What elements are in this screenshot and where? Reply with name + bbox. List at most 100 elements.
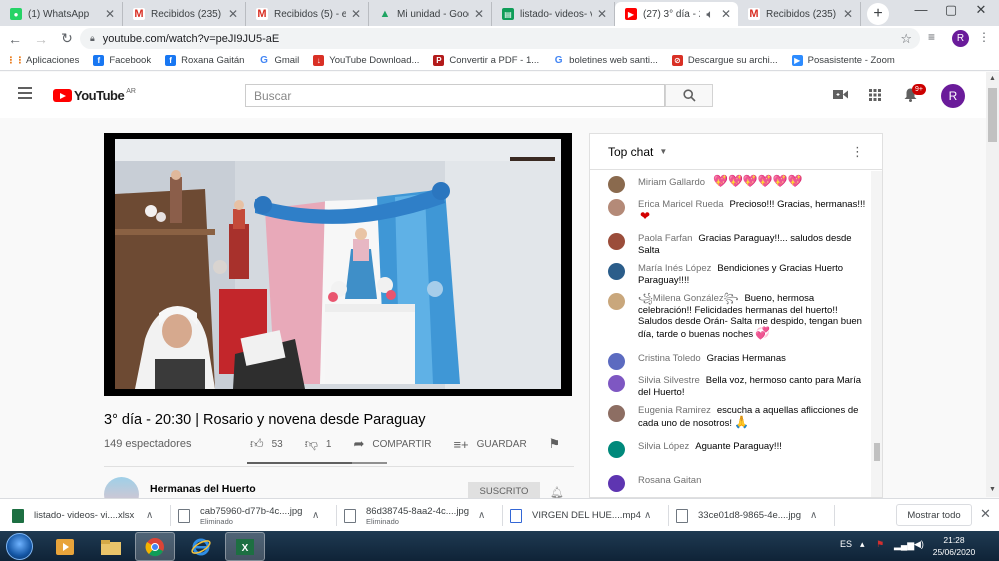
account-avatar[interactable]: R bbox=[941, 84, 965, 108]
tab-2[interactable]: M Recibidos (5) - ega ✕ bbox=[246, 2, 369, 26]
tray-flag-icon[interactable]: ⚑ bbox=[876, 539, 884, 550]
page-scrollbar[interactable]: ▲ ▼ bbox=[986, 72, 999, 497]
reload-icon[interactable]: ↻ bbox=[56, 30, 78, 47]
close-tab-icon[interactable]: ✕ bbox=[350, 7, 362, 21]
dislike-button[interactable]: 👎︎ 1 bbox=[305, 436, 332, 452]
excel-taskbar-icon[interactable]: X bbox=[225, 532, 265, 561]
chat-scrollbar[interactable] bbox=[871, 171, 882, 497]
chrome-menu-icon[interactable]: ⋮ bbox=[978, 30, 990, 44]
download-item[interactable]: 86d38745-8aa2-4c....jpg Eliminado ∧ bbox=[344, 502, 504, 529]
new-tab-button[interactable]: + bbox=[867, 3, 889, 25]
volume-icon[interactable]: ◀) bbox=[914, 539, 924, 550]
bookmark-3[interactable]: G Gmail bbox=[258, 55, 299, 66]
lock-icon[interactable]: 🔒︎ bbox=[90, 33, 95, 44]
chat-more-icon[interactable]: ⋮ bbox=[851, 145, 864, 158]
page-scrollbar-thumb[interactable] bbox=[988, 88, 997, 142]
internet-explorer-icon[interactable] bbox=[181, 532, 221, 561]
start-button[interactable] bbox=[6, 533, 33, 560]
bookmark-6[interactable]: Gboletines web santi... bbox=[553, 55, 658, 66]
audio-playing-icon[interactable]: 🔈︎ bbox=[704, 7, 716, 22]
close-tab-icon[interactable]: ✕ bbox=[473, 7, 485, 21]
back-icon[interactable]: ← bbox=[4, 31, 26, 47]
chat-avatar[interactable] bbox=[608, 441, 625, 458]
address-bar[interactable]: 🔒︎ youtube.com/watch?v=peJI9JU5-aE ☆ bbox=[80, 28, 920, 49]
forward-icon[interactable]: → bbox=[30, 31, 52, 47]
chat-author[interactable]: Erica Maricel Rueda bbox=[638, 199, 724, 210]
maximize-icon[interactable]: ▢ bbox=[936, 2, 966, 18]
bookmark-8[interactable]: ▶ Posasistente - Zoom bbox=[791, 55, 895, 66]
search-button[interactable] bbox=[665, 84, 713, 107]
bookmark-2[interactable]: f Roxana Gaitán bbox=[165, 55, 244, 66]
bookmark-0[interactable]: ⋮⋮ Aplicaciones bbox=[7, 55, 80, 66]
close-tab-icon[interactable]: ✕ bbox=[104, 7, 116, 21]
tray-expand-icon[interactable]: ▴ bbox=[860, 539, 865, 550]
media-queue-icon[interactable]: ≡ bbox=[928, 30, 935, 44]
download-item[interactable]: cab75960-d77b-4c....jpg Eliminado ∧ bbox=[178, 502, 338, 529]
close-tab-icon[interactable]: ✕ bbox=[842, 7, 854, 21]
download-item[interactable]: VIRGEN DEL HUE....mp4 ∧ bbox=[510, 502, 670, 529]
scroll-up-icon[interactable]: ▲ bbox=[989, 75, 996, 82]
bookmark-5[interactable]: P Convertir a PDF - 1... bbox=[433, 55, 539, 66]
chrome-profile-avatar[interactable]: R bbox=[952, 30, 969, 47]
search-input[interactable]: Buscar bbox=[245, 84, 665, 107]
chat-scrollbar-thumb[interactable] bbox=[874, 443, 880, 461]
chat-author[interactable]: Paola Farfan bbox=[638, 233, 692, 244]
tab-3[interactable]: ▲ Mi unidad - Google ✕ bbox=[369, 2, 492, 26]
report-button[interactable]: ⚑ bbox=[549, 436, 569, 452]
download-item[interactable]: listado- videos- vi....xlsx ∧ bbox=[12, 502, 172, 529]
close-tab-icon[interactable]: ✕ bbox=[720, 7, 732, 21]
system-clock[interactable]: 21:28 25/06/2020 bbox=[930, 534, 978, 558]
chrome-taskbar-icon[interactable] bbox=[135, 532, 175, 561]
video-player[interactable] bbox=[104, 133, 572, 396]
tab-5[interactable]: ▶ (27) 3° día - 20 🔈︎ ✕ bbox=[615, 2, 738, 26]
chat-avatar[interactable] bbox=[608, 199, 625, 216]
network-icon[interactable]: ▂▄▆ bbox=[894, 540, 914, 551]
like-button[interactable]: 👍︎ 53 bbox=[250, 436, 283, 452]
bookmark-7[interactable]: ⊘ Descargue su archi... bbox=[671, 55, 778, 66]
scroll-down-icon[interactable]: ▼ bbox=[989, 486, 996, 493]
close-tab-icon[interactable]: ✕ bbox=[227, 7, 239, 21]
chat-avatar[interactable] bbox=[608, 233, 625, 250]
chat-author[interactable]: Cristina Toledo bbox=[638, 353, 701, 364]
menu-icon[interactable] bbox=[18, 87, 32, 99]
close-tab-icon[interactable]: ✕ bbox=[596, 7, 608, 21]
file-explorer-icon[interactable] bbox=[91, 532, 131, 561]
chat-avatar[interactable] bbox=[608, 293, 625, 310]
download-options-icon[interactable]: ∧ bbox=[146, 510, 153, 521]
chat-author[interactable]: Silvia López bbox=[638, 441, 689, 452]
chat-header[interactable]: Top chat ▼ ⋮ bbox=[590, 134, 882, 170]
download-options-icon[interactable]: ∧ bbox=[312, 510, 319, 521]
apps-grid-icon[interactable] bbox=[869, 89, 881, 101]
tab-0[interactable]: ● (1) WhatsApp ✕ bbox=[0, 2, 123, 26]
chat-author[interactable]: Rosana Gaitan bbox=[638, 475, 701, 486]
tab-1[interactable]: M Recibidos (235) - ro ✕ bbox=[123, 2, 246, 26]
bookmark-1[interactable]: f Facebook bbox=[93, 55, 151, 66]
chat-avatar[interactable] bbox=[608, 353, 625, 370]
bookmark-star-icon[interactable]: ☆ bbox=[900, 31, 912, 47]
close-shelf-icon[interactable]: ✕ bbox=[980, 506, 991, 522]
show-all-downloads-button[interactable]: Mostrar todo bbox=[896, 504, 972, 526]
chat-author[interactable]: ꧁Milena González꧂ bbox=[638, 293, 738, 304]
language-indicator[interactable]: ES bbox=[840, 539, 852, 549]
close-window-icon[interactable]: ✕ bbox=[966, 2, 996, 18]
save-button[interactable]: ≡+ GUARDAR bbox=[453, 437, 526, 452]
chat-avatar[interactable] bbox=[608, 176, 625, 193]
chat-avatar[interactable] bbox=[608, 405, 625, 422]
download-options-icon[interactable]: ∧ bbox=[478, 510, 485, 521]
create-video-icon[interactable] bbox=[833, 89, 848, 100]
tab-6[interactable]: M Recibidos (235) - ro ✕ bbox=[738, 2, 861, 26]
bookmark-4[interactable]: ↓ YouTube Download... bbox=[313, 55, 419, 66]
chat-avatar[interactable] bbox=[608, 375, 625, 392]
chat-author[interactable]: Eugenia Ramirez bbox=[638, 405, 711, 416]
download-item[interactable]: 33ce01d8-9865-4e....jpg ∧ bbox=[676, 502, 836, 529]
download-options-icon[interactable]: ∧ bbox=[810, 510, 817, 521]
chat-author[interactable]: Miriam Gallardo bbox=[638, 177, 705, 188]
download-options-icon[interactable]: ∧ bbox=[644, 510, 651, 521]
share-button[interactable]: ➦ COMPARTIR bbox=[353, 436, 431, 452]
chat-author[interactable]: María Inés López bbox=[638, 263, 711, 274]
chat-author[interactable]: Silvia Silvestre bbox=[638, 375, 700, 386]
minimize-icon[interactable]: — bbox=[906, 2, 936, 17]
chat-avatar[interactable] bbox=[608, 475, 625, 492]
chat-avatar[interactable] bbox=[608, 263, 625, 280]
media-player-icon[interactable] bbox=[45, 532, 85, 561]
